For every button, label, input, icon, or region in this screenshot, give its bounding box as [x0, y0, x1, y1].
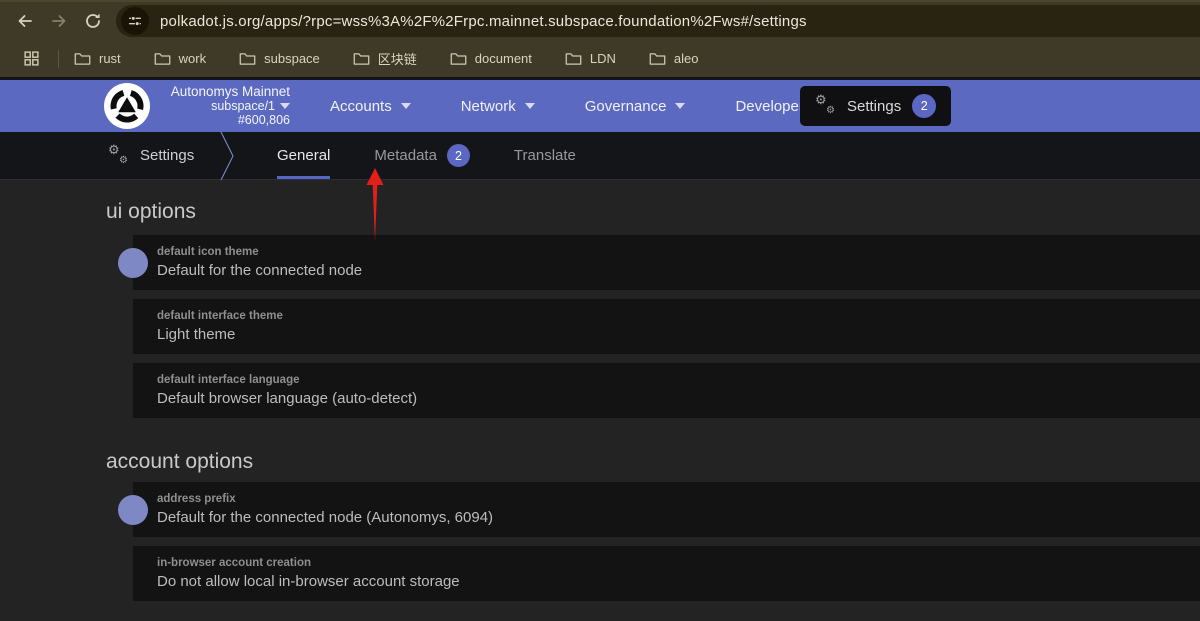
selection-dot-icon — [118, 495, 148, 525]
bookmark-folder-subspace[interactable]: subspace — [239, 51, 320, 66]
site-settings-button[interactable] — [121, 7, 149, 35]
tab-general[interactable]: General — [277, 132, 330, 179]
folder-icon — [239, 52, 256, 66]
tab-label: Metadata — [374, 147, 437, 164]
setting-value: Do not allow local in-browser account st… — [157, 573, 1200, 590]
apps-grid-button[interactable] — [18, 43, 44, 75]
setting-label: default interface theme — [157, 310, 1200, 322]
tab-translate[interactable]: Translate — [514, 132, 576, 179]
active-tab-underline — [277, 176, 330, 179]
setting-row-address-prefix[interactable]: address prefix Default for the connected… — [133, 482, 1200, 537]
subnav-title-label: Settings — [140, 147, 194, 164]
chevron-down-icon — [280, 103, 290, 109]
folder-icon — [74, 52, 91, 66]
nav-label: Network — [461, 98, 516, 115]
nav-label: Developer — [735, 98, 803, 115]
bookmark-folder-work[interactable]: work — [154, 51, 206, 66]
bookmark-label: 区块链 — [378, 49, 417, 68]
bookmark-folder-ldn[interactable]: LDN — [565, 51, 616, 66]
bookmark-label: subspace — [264, 51, 320, 66]
bookmark-label: aleo — [674, 51, 699, 66]
bookmark-folder-blockchain[interactable]: 区块链 — [353, 49, 417, 68]
bookmark-folder-rust[interactable]: rust — [74, 51, 121, 66]
runtime-selector[interactable]: subspace/1 — [211, 99, 290, 113]
chevron-down-icon — [401, 103, 411, 109]
bookmarks-divider — [58, 50, 59, 68]
setting-row-default-interface-language[interactable]: default interface language Default brows… — [133, 363, 1200, 418]
nav-label: Accounts — [330, 98, 392, 115]
setting-row-default-interface-theme[interactable]: default interface theme Light theme — [133, 299, 1200, 354]
nav-label: Governance — [585, 98, 667, 115]
url-text[interactable]: polkadot.js.org/apps/?rpc=wss%3A%2F%2Frp… — [160, 13, 807, 30]
folder-icon — [450, 52, 467, 66]
settings-badge: 2 — [912, 94, 936, 118]
autonomys-logo-icon[interactable] — [104, 83, 150, 129]
folder-icon — [353, 52, 370, 66]
bookmark-label: work — [179, 51, 206, 66]
refresh-icon — [83, 11, 103, 31]
gears-icon: ⚙⚙ — [815, 96, 836, 116]
app-header: Autonomys Mainnet subspace/1 #600,806 Ac… — [0, 80, 1200, 132]
subnav-title: ⚙⚙ Settings — [108, 146, 194, 166]
setting-row-default-icon-theme[interactable]: default icon theme Default for the conne… — [133, 235, 1200, 290]
setting-value: Light theme — [157, 326, 1200, 343]
section-title-account-options: account options — [106, 450, 1200, 474]
arrow-left-icon — [15, 11, 35, 31]
chevron-down-icon — [675, 103, 685, 109]
setting-value: Default for the connected node (Autonomy… — [157, 509, 1200, 526]
bookmark-folder-aleo[interactable]: aleo — [649, 51, 699, 66]
setting-row-in-browser-account-creation[interactable]: in-browser account creation Do not allow… — [133, 546, 1200, 601]
forward-button[interactable] — [42, 5, 76, 37]
best-block-number: #600,806 — [157, 113, 290, 127]
bookmarks-bar: rust work subspace 区块链 document LDN aleo — [0, 40, 1200, 77]
bookmark-label: rust — [99, 51, 121, 66]
section-title-ui-options: ui options — [106, 200, 1200, 224]
nav-item-accounts[interactable]: Accounts — [322, 92, 419, 121]
nav-item-network[interactable]: Network — [453, 92, 543, 121]
folder-icon — [154, 52, 171, 66]
metadata-badge: 2 — [447, 144, 470, 167]
nav-item-governance[interactable]: Governance — [577, 92, 694, 121]
gears-icon: ⚙⚙ — [108, 146, 129, 166]
setting-label: default interface language — [157, 374, 1200, 386]
setting-label: default icon theme — [157, 246, 1200, 258]
arrow-right-icon — [49, 11, 69, 31]
apps-grid-icon — [23, 50, 40, 67]
refresh-button[interactable] — [76, 5, 110, 37]
settings-label: Settings — [847, 98, 901, 115]
setting-label: in-browser account creation — [157, 557, 1200, 569]
chevron-down-icon — [525, 103, 535, 109]
tab-metadata[interactable]: Metadata 2 — [374, 132, 470, 179]
tune-icon — [127, 13, 143, 29]
bookmark-folder-document[interactable]: document — [450, 51, 532, 66]
settings-subnav: ⚙⚙ Settings General Metadata 2 Translate — [0, 132, 1200, 180]
account-options-rows: address prefix Default for the connected… — [0, 482, 1200, 601]
chain-info: Autonomys Mainnet subspace/1 #600,806 — [157, 85, 290, 127]
chain-name: Autonomys Mainnet — [157, 85, 290, 99]
browser-toolbar: polkadot.js.org/apps/?rpc=wss%3A%2F%2Frp… — [0, 0, 1200, 40]
nav-item-settings[interactable]: ⚙⚙ Settings 2 — [800, 86, 951, 126]
back-button[interactable] — [8, 5, 42, 37]
breadcrumb-chevron-icon — [220, 132, 236, 180]
tab-label: Translate — [514, 147, 576, 164]
settings-content: ui options default icon theme Default fo… — [0, 180, 1200, 618]
setting-value: Default browser language (auto-detect) — [157, 390, 1200, 407]
settings-tabs: General Metadata 2 Translate — [277, 132, 576, 179]
bookmark-label: document — [475, 51, 532, 66]
address-bar[interactable]: polkadot.js.org/apps/?rpc=wss%3A%2F%2Frp… — [116, 5, 1200, 37]
ui-options-rows: default icon theme Default for the conne… — [0, 235, 1200, 418]
runtime-label: subspace/1 — [211, 99, 275, 113]
bookmark-label: LDN — [590, 51, 616, 66]
tab-label: General — [277, 147, 330, 164]
setting-label: address prefix — [157, 493, 1200, 505]
folder-icon — [565, 52, 582, 66]
folder-icon — [649, 52, 666, 66]
setting-value: Default for the connected node — [157, 262, 1200, 279]
selection-dot-icon — [118, 248, 148, 278]
main-nav: Accounts Network Governance Developer — [322, 92, 831, 121]
